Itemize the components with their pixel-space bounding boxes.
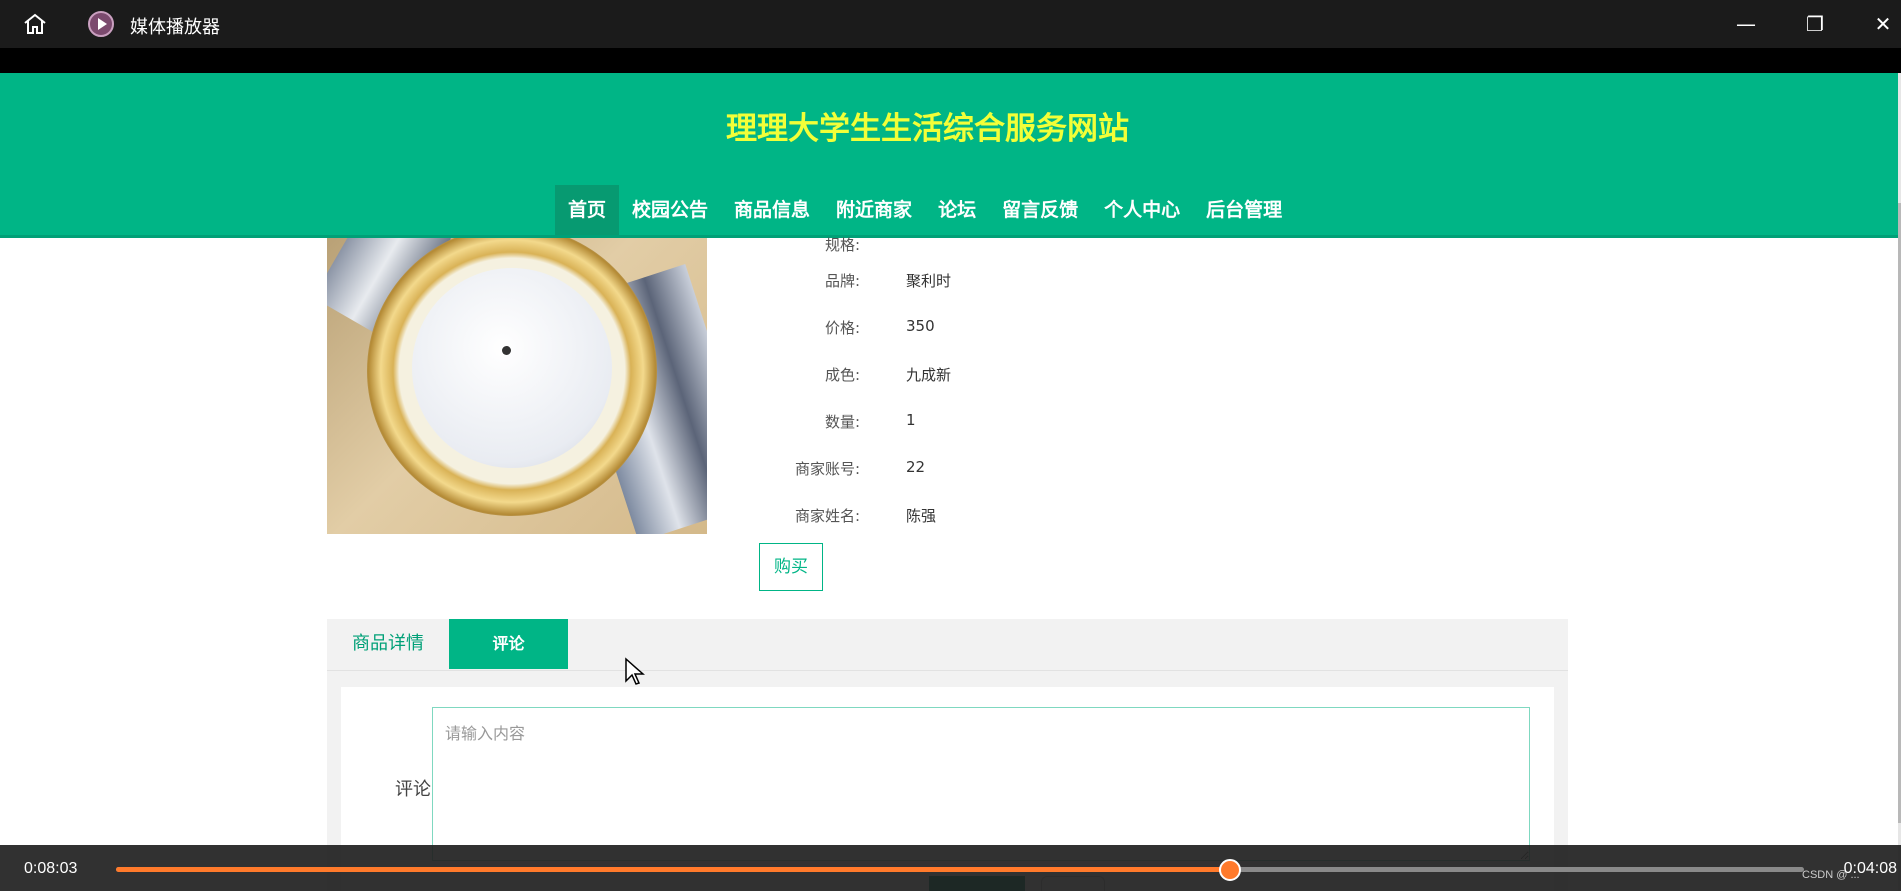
remaining-time: 0:04:08 (1843, 860, 1897, 877)
mouse-cursor-icon (625, 657, 645, 685)
spec-value: 350 (906, 317, 935, 335)
site-header: 理理大学生生活综合服务网站 首页 校园公告 商品信息 附近商家 论坛 留言反馈 … (0, 73, 1898, 238)
nav-item-home[interactable]: 首页 (555, 185, 620, 235)
video-letterbox (0, 48, 1901, 73)
site-title: 理理大学生生活综合服务网站 (726, 111, 1129, 147)
comment-label: 评论 (395, 779, 431, 800)
home-icon[interactable] (22, 12, 48, 36)
tab-bar: 商品详情 评论 (327, 619, 1568, 671)
comment-input[interactable] (432, 707, 1530, 861)
tab-comments[interactable]: 评论 (449, 619, 568, 669)
spec-value: 1 (906, 411, 916, 429)
playback-bar: 0:08:03 CSDN @ ... 0:04:08 (0, 845, 1901, 891)
minimize-icon[interactable]: — (1731, 10, 1761, 38)
nav-item-nearby-shops[interactable]: 附近商家 (823, 185, 925, 235)
media-player-icon (88, 11, 114, 37)
close-icon[interactable]: ✕ (1868, 10, 1898, 38)
seek-bar[interactable] (116, 859, 1804, 881)
nav-item-announcements[interactable]: 校园公告 (619, 185, 721, 235)
spec-label: 成色: (824, 366, 860, 384)
spec-label: 商家姓名: (794, 507, 860, 525)
main-nav: 首页 校园公告 商品信息 附近商家 论坛 留言反馈 个人中心 后台管理 (555, 185, 1295, 235)
nav-item-forum[interactable]: 论坛 (925, 185, 989, 235)
spec-value: 22 (906, 458, 926, 476)
spec-label: 商家账号: (794, 460, 860, 478)
seek-thumb[interactable] (1219, 859, 1242, 881)
product-image (327, 238, 707, 534)
spec-label: 品牌: (824, 272, 860, 290)
player-title-bar: 媒体播放器 — ❐ ✕ (0, 0, 1901, 48)
buy-button[interactable]: 购买 (759, 543, 823, 591)
nav-item-personal-center[interactable]: 个人中心 (1091, 185, 1193, 235)
nav-item-products[interactable]: 商品信息 (721, 185, 823, 235)
spec-label: 数量: (824, 413, 860, 431)
current-time: 0:08:03 (24, 860, 78, 877)
spec-value: 九成新 (906, 366, 952, 384)
spec-value: 陈强 (906, 507, 937, 525)
restore-icon[interactable]: ❐ (1800, 10, 1830, 38)
tab-product-detail[interactable]: 商品详情 (327, 619, 449, 669)
seek-bar-progress (116, 867, 1231, 872)
nav-item-feedback[interactable]: 留言反馈 (989, 185, 1091, 235)
nav-item-admin[interactable]: 后台管理 (1193, 185, 1295, 235)
spec-label: 价格: (824, 319, 860, 337)
spec-value: 聚利时 (906, 272, 952, 290)
spec-label: 规格: (824, 236, 860, 254)
window-title: 媒体播放器 (130, 17, 220, 38)
